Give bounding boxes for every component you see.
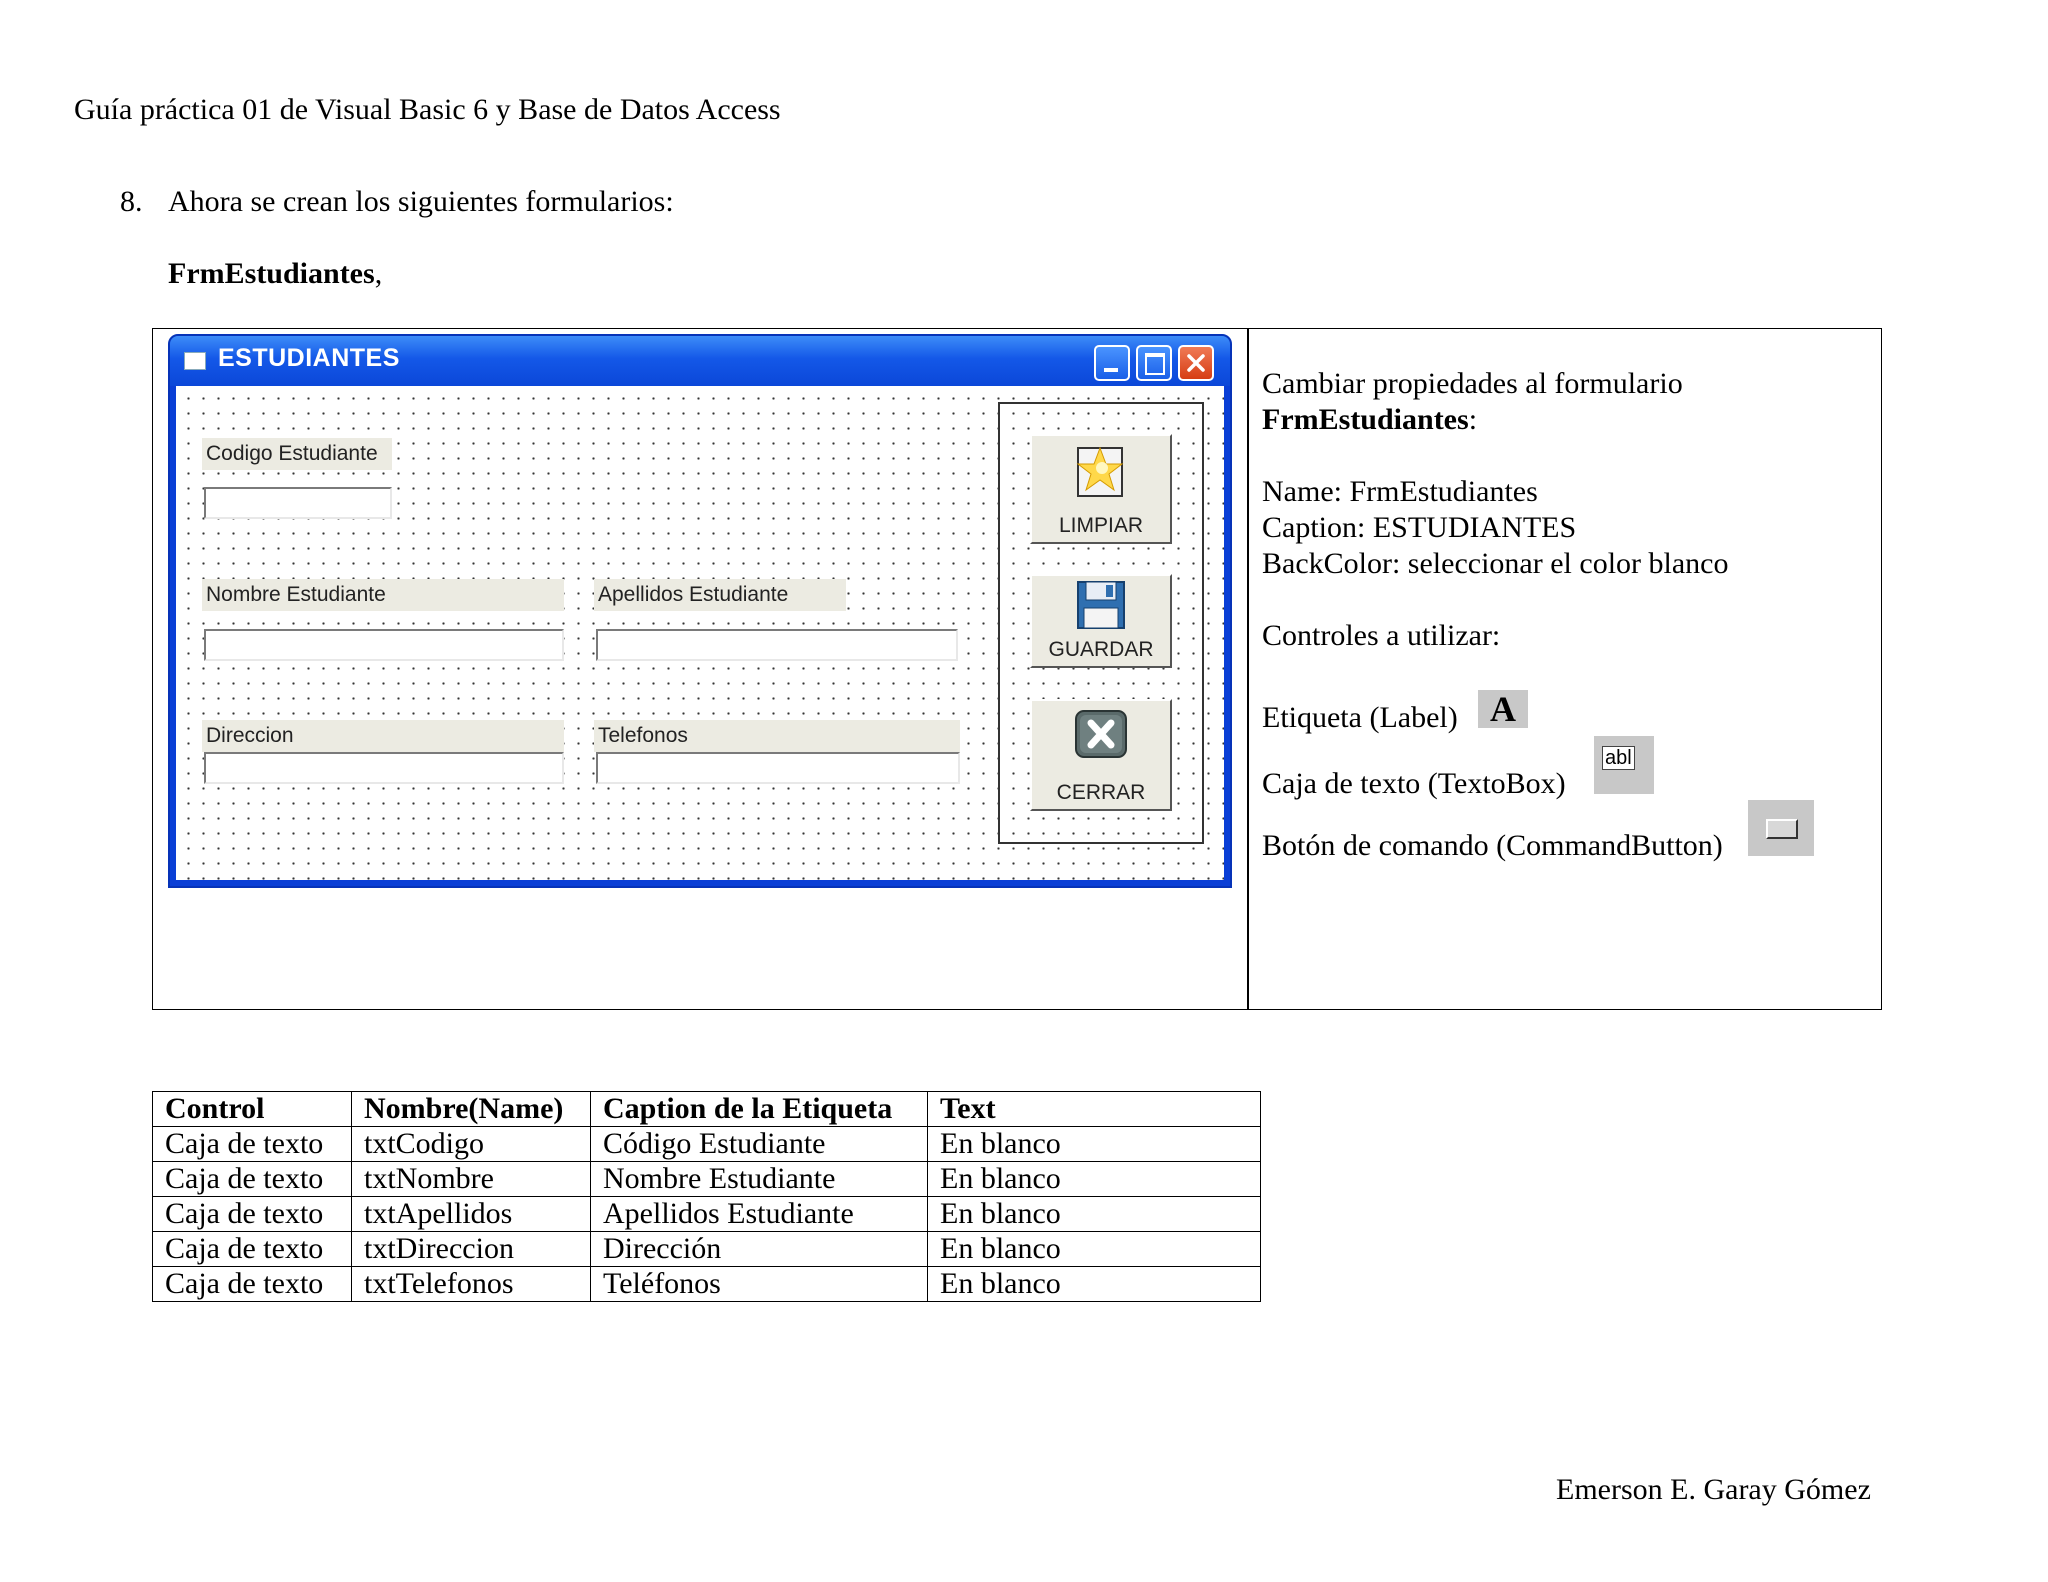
txt-direccion[interactable]	[204, 752, 564, 784]
label-tool-glyph: A	[1490, 689, 1516, 729]
layout-divider	[1247, 328, 1249, 1010]
maximize-icon	[1145, 353, 1165, 375]
header-control: Control	[152, 1091, 352, 1127]
table-row: Caja de texto txtApellidos Apellidos Est…	[152, 1196, 1261, 1232]
txt-codigo[interactable]	[204, 487, 392, 519]
cell-text: En blanco	[927, 1126, 1261, 1162]
form-heading: FrmEstudiantes,	[168, 256, 382, 292]
page-header: Guía práctica 01 de Visual Basic 6 y Bas…	[74, 93, 781, 126]
limpiar-button[interactable]: LIMPIAR	[1030, 434, 1172, 544]
textbox-tool-glyph: abl	[1602, 746, 1635, 770]
instructions-form-name-bold: FrmEstudiantes	[1262, 403, 1469, 436]
form-heading-name: FrmEstudiantes	[168, 257, 375, 290]
save-floppy-icon	[1077, 581, 1125, 629]
header-text: Text	[927, 1091, 1261, 1127]
instructions-form-name: FrmEstudiantes:	[1262, 402, 1477, 438]
instructions-intro: Cambiar propiedades al formulario	[1262, 367, 1683, 400]
cell-text: En blanco	[927, 1266, 1261, 1302]
maximize-button[interactable]	[1136, 345, 1172, 381]
cell-name: txtCodigo	[351, 1126, 591, 1162]
label-apellidos: Apellidos Estudiante	[594, 579, 846, 611]
close-icon	[1187, 354, 1205, 372]
txt-apellidos[interactable]	[596, 629, 958, 661]
cell-caption: Apellidos Estudiante	[590, 1196, 928, 1232]
close-button[interactable]	[1178, 345, 1214, 381]
form-icon	[184, 352, 206, 370]
limpiar-button-label: LIMPIAR	[1058, 514, 1144, 537]
cell-caption: Código Estudiante	[590, 1126, 928, 1162]
buttons-frame: LIMPIAR GUARDAR CERRAR	[998, 402, 1204, 844]
control-label-text: Etiqueta (Label)	[1262, 701, 1458, 734]
cerrar-button[interactable]: CERRAR	[1030, 699, 1172, 811]
label-telefonos: Telefonos	[594, 720, 960, 752]
cell-caption: Dirección	[590, 1231, 928, 1267]
cell-name: txtDireccion	[351, 1231, 591, 1267]
cell-text: En blanco	[927, 1231, 1261, 1267]
cell-control: Caja de texto	[152, 1126, 352, 1162]
table-row: Caja de texto txtCodigo Código Estudiant…	[152, 1126, 1261, 1162]
commandbutton-tool-icon	[1748, 800, 1814, 856]
table-row: Caja de texto txtTelefonos Teléfonos En …	[152, 1266, 1261, 1302]
textbox-tool-icon: abl	[1594, 736, 1654, 794]
header-caption: Caption de la Etiqueta	[590, 1091, 928, 1127]
txt-telefonos[interactable]	[596, 752, 960, 784]
vb-form-title: ESTUDIANTES	[218, 344, 400, 372]
vb-form-window: ESTUDIANTES Codigo Estudiante Nombre Est…	[168, 334, 1232, 888]
new-document-icon	[1076, 446, 1124, 497]
minimize-button[interactable]	[1094, 345, 1130, 381]
txt-nombre[interactable]	[204, 629, 564, 661]
control-button-text: Botón de comando (CommandButton)	[1262, 829, 1723, 862]
guardar-button[interactable]: GUARDAR	[1030, 574, 1172, 668]
property-caption: Caption: ESTUDIANTES	[1262, 511, 1577, 544]
label-nombre: Nombre Estudiante	[202, 579, 564, 611]
cell-text: En blanco	[927, 1196, 1261, 1232]
step-number: 8.	[120, 185, 143, 218]
cell-control: Caja de texto	[152, 1196, 352, 1232]
guardar-button-label: GUARDAR	[1048, 638, 1154, 661]
vb-form-canvas: Codigo Estudiante Nombre Estudiante Apel…	[176, 386, 1224, 880]
cerrar-button-label: CERRAR	[1056, 781, 1146, 804]
cell-name: txtNombre	[351, 1161, 591, 1197]
footer-author: Emerson E. Garay Gómez	[1556, 1473, 1871, 1506]
minimize-icon	[1104, 368, 1118, 372]
property-backcolor: BackColor: seleccionar el color blanco	[1262, 547, 1729, 580]
cancel-x-icon	[1075, 710, 1127, 758]
table-header-row: Control Nombre(Name) Caption de la Etiqu…	[152, 1091, 1261, 1127]
cell-name: txtTelefonos	[351, 1266, 591, 1302]
vb-titlebar: ESTUDIANTES	[170, 336, 1230, 386]
cell-caption: Nombre Estudiante	[590, 1161, 928, 1197]
cell-text: En blanco	[927, 1161, 1261, 1197]
properties-table: Control Nombre(Name) Caption de la Etiqu…	[152, 1091, 1261, 1302]
cell-name: txtApellidos	[351, 1196, 591, 1232]
cell-control: Caja de texto	[152, 1266, 352, 1302]
table-row: Caja de texto txtNombre Nombre Estudiant…	[152, 1161, 1261, 1197]
cell-control: Caja de texto	[152, 1161, 352, 1197]
cell-caption: Teléfonos	[590, 1266, 928, 1302]
instructions-form-name-suffix: :	[1468, 403, 1478, 436]
control-textbox-text: Caja de texto (TextoBox)	[1262, 767, 1566, 800]
label-tool-icon: A	[1478, 689, 1528, 729]
step-text: Ahora se crean los siguientes formulario…	[168, 185, 674, 218]
controls-heading: Controles a utilizar:	[1262, 619, 1501, 652]
header-name: Nombre(Name)	[351, 1091, 591, 1127]
label-codigo: Codigo Estudiante	[202, 438, 392, 470]
cell-control: Caja de texto	[152, 1231, 352, 1267]
commandbutton-tool-glyph	[1766, 819, 1798, 839]
property-name: Name: FrmEstudiantes	[1262, 475, 1538, 508]
label-direccion: Direccion	[202, 720, 564, 752]
form-heading-suffix: ,	[374, 257, 383, 290]
table-row: Caja de texto txtDireccion Dirección En …	[152, 1231, 1261, 1267]
